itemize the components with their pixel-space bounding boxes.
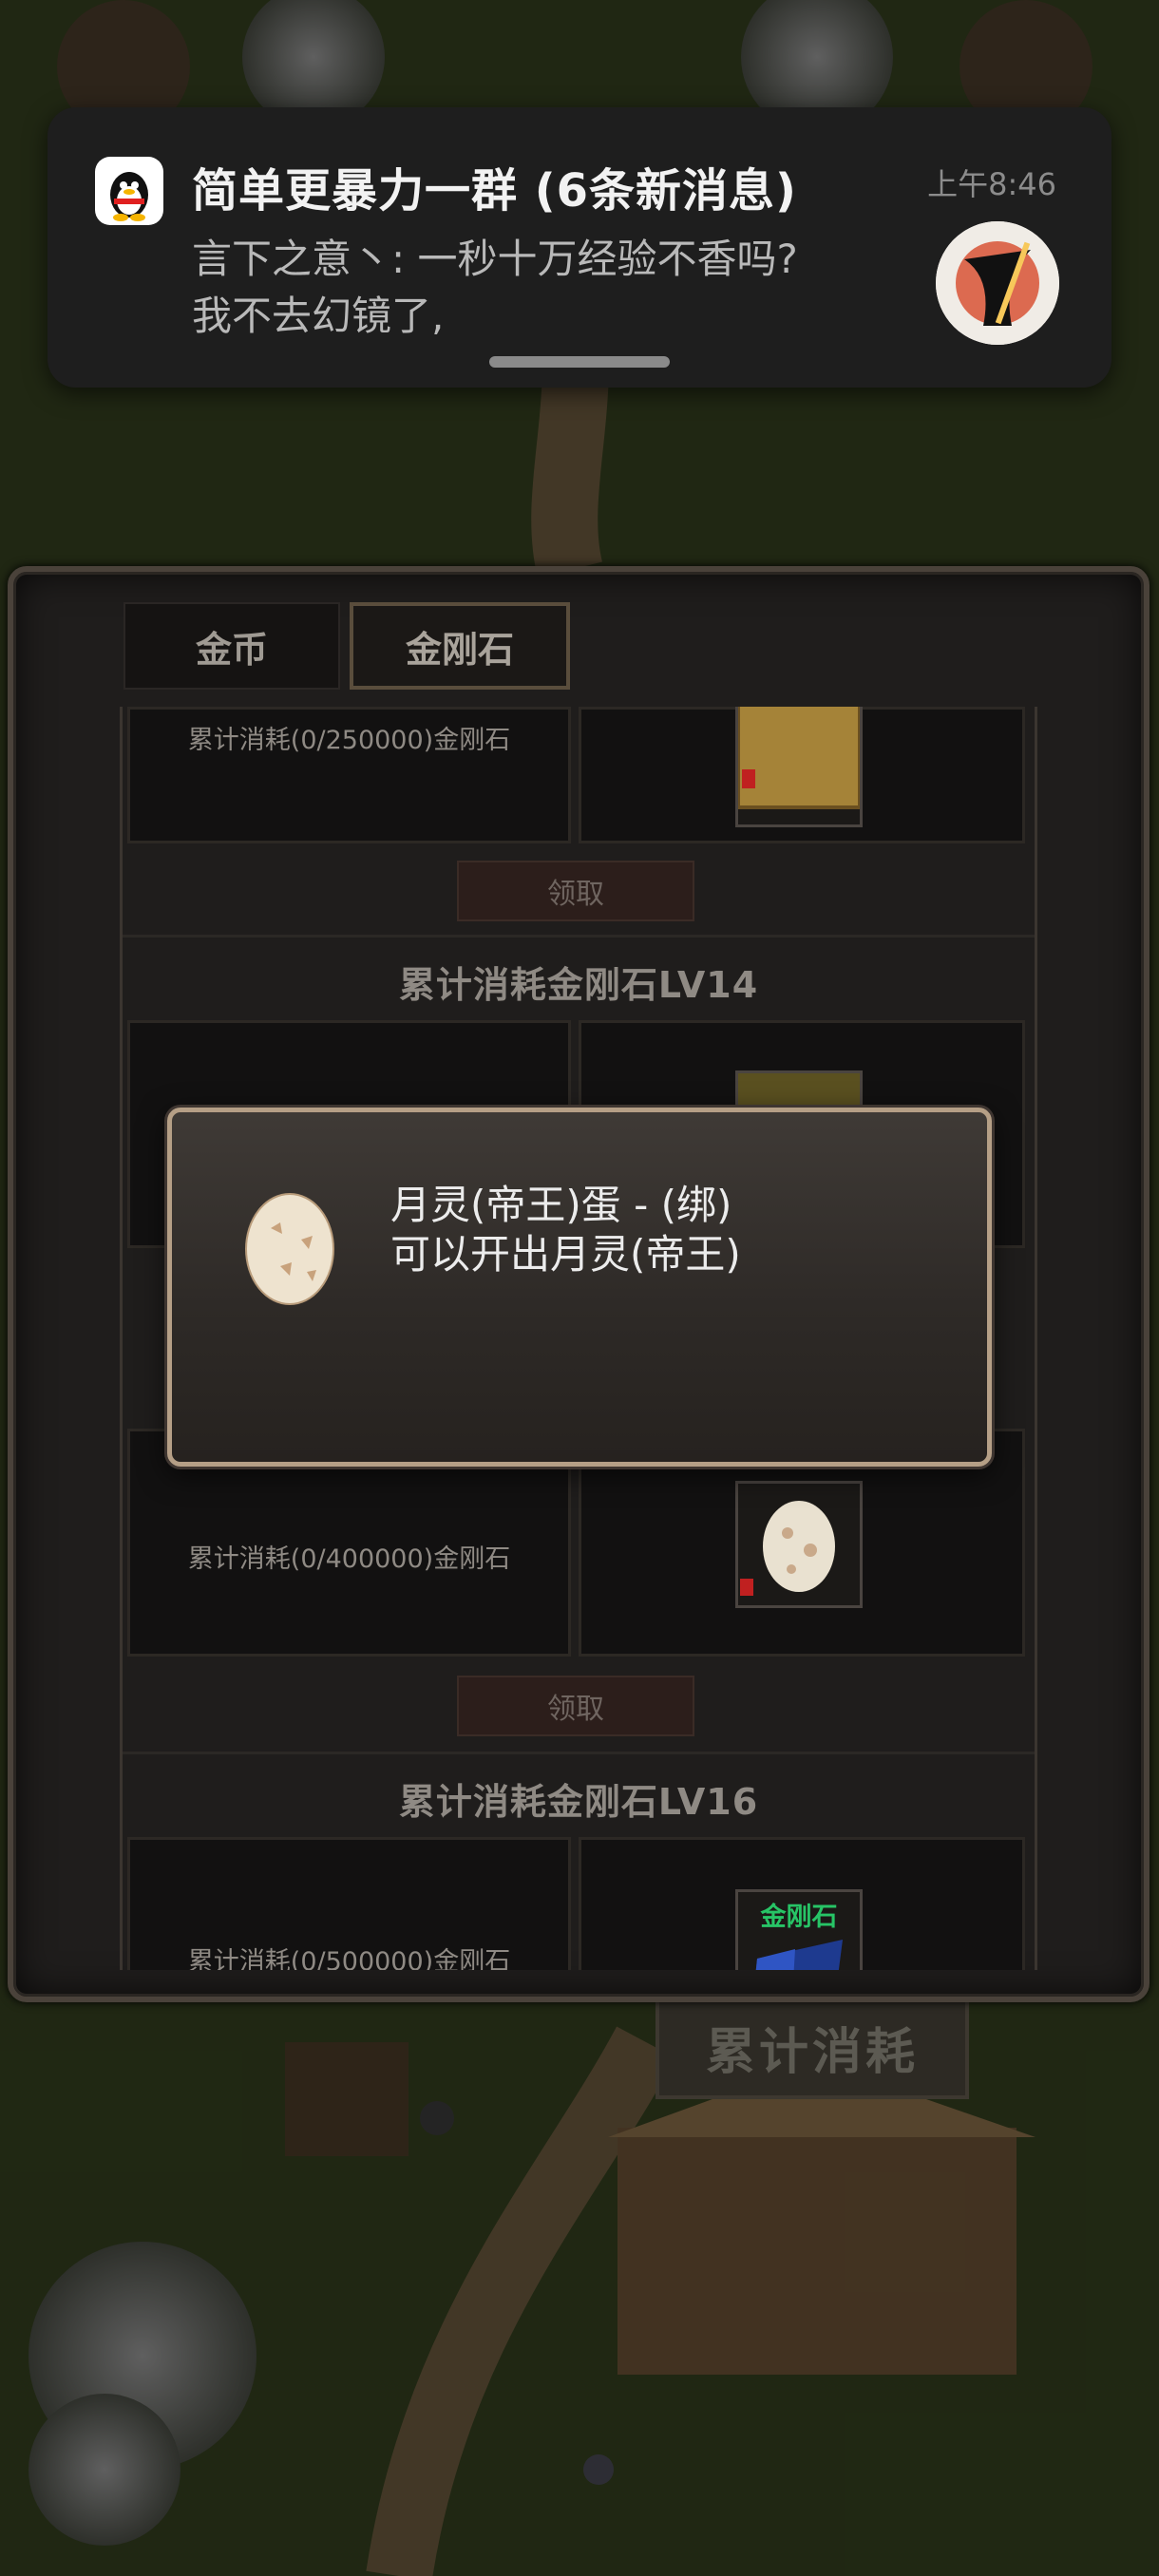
reward-slot[interactable]: 金刚石	[735, 1889, 863, 1970]
reward-cell: 金刚石	[579, 1837, 1025, 1970]
claim-button[interactable]: 领取	[457, 1676, 694, 1736]
message-notification[interactable]: 简单更暴力一群 (6条新消息) 上午8:46 言下之意丶: 一秒十万经验不香吗?…	[48, 107, 1112, 388]
section-title: 累计消耗金刚石LV16	[398, 1781, 759, 1823]
divider	[123, 1752, 1035, 1754]
notification-time: 上午8:46	[927, 166, 1056, 202]
chest-icon	[736, 707, 862, 809]
item-description: 可以开出月灵(帝王)	[390, 1231, 741, 1278]
building-sign: 累计消耗	[656, 1998, 969, 2099]
reward-slot[interactable]	[735, 707, 863, 827]
notification-drag-handle[interactable]	[489, 356, 670, 368]
claim-button[interactable]: 领取	[457, 861, 694, 921]
tab-gold-coin[interactable]: 金币	[124, 602, 340, 690]
requirement-text: 累计消耗(0/250000)金刚石	[187, 726, 511, 755]
notification-message-line: 我不去幻镜了,	[192, 293, 445, 339]
divider	[123, 935, 1035, 938]
requirement-text: 累计消耗(0/400000)金刚石	[187, 1544, 511, 1574]
reward-label: 金刚石	[760, 1903, 838, 1932]
egg-icon	[245, 1193, 334, 1305]
item-tooltip-popup[interactable]: 月灵(帝王)蛋 - (绑) 可以开出月灵(帝王)	[167, 1108, 992, 1467]
reward-cell	[579, 707, 1025, 843]
egg-icon	[740, 1501, 835, 1596]
requirement-cell: 累计消耗(0/250000)金刚石	[127, 707, 571, 843]
notification-message-line: 言下之意丶: 一秒十万经验不香吗?	[192, 236, 798, 282]
item-icon	[738, 1073, 860, 1111]
warrior-avatar-icon	[936, 221, 1059, 345]
notification-title: 简单更暴力一群 (6条新消息)	[192, 164, 797, 218]
requirement-text: 累计消耗(0/500000)金刚石	[187, 1947, 511, 1970]
section-title: 累计消耗金刚石LV14	[398, 964, 759, 1006]
reward-slot[interactable]	[735, 1481, 863, 1608]
requirement-cell: 累计消耗(0/500000)金刚石	[127, 1837, 571, 1970]
tab-diamond[interactable]: 金刚石	[350, 602, 570, 690]
qq-penguin-icon	[95, 157, 163, 225]
